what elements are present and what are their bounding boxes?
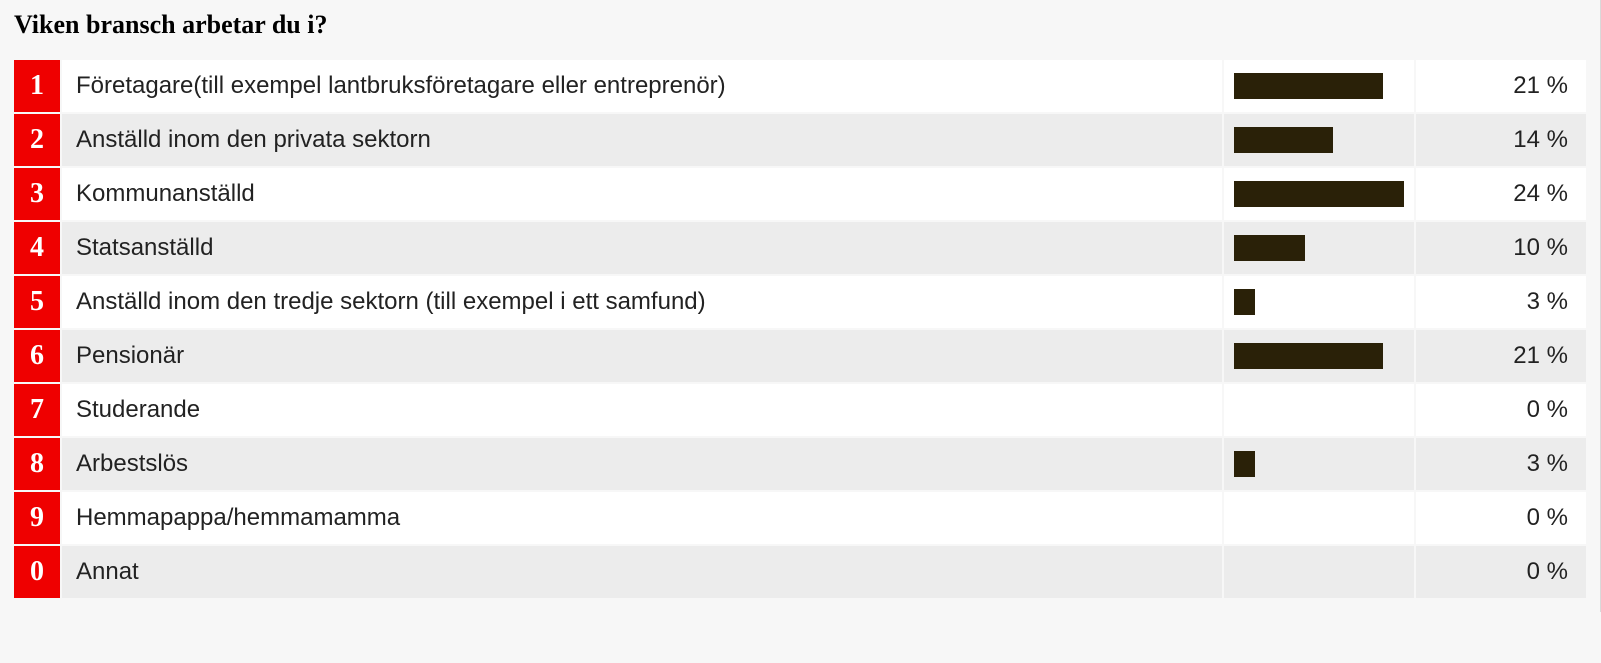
table-row: 2 Anställd inom den privata sektorn 14 % (14, 114, 1586, 166)
option-label: Hemmapappa/hemmamamma (62, 492, 1222, 544)
bar-wrap (1234, 235, 1404, 261)
table-row: 8 Arbestslös 3 % (14, 438, 1586, 490)
bar-cell (1224, 438, 1414, 490)
table-row: 0 Annat 0 % (14, 546, 1586, 598)
percent-label: 14 % (1416, 114, 1586, 166)
bar-wrap (1234, 127, 1404, 153)
results-table: 1 Företagare(till exempel lantbruksföret… (12, 58, 1588, 600)
bar-cell (1224, 330, 1414, 382)
bar-cell (1224, 546, 1414, 598)
percent-label: 24 % (1416, 168, 1586, 220)
option-number: 2 (14, 114, 60, 166)
option-label: Annat (62, 546, 1222, 598)
bar-wrap (1234, 73, 1404, 99)
option-label: Studerande (62, 384, 1222, 436)
bar-wrap (1234, 505, 1404, 531)
option-number: 8 (14, 438, 60, 490)
option-number: 3 (14, 168, 60, 220)
option-label: Arbestslös (62, 438, 1222, 490)
option-number: 4 (14, 222, 60, 274)
table-row: 6 Pensionär 21 % (14, 330, 1586, 382)
percent-label: 3 % (1416, 276, 1586, 328)
percent-label: 0 % (1416, 492, 1586, 544)
percent-label: 0 % (1416, 384, 1586, 436)
table-row: 7 Studerande 0 % (14, 384, 1586, 436)
table-row: 1 Företagare(till exempel lantbruksföret… (14, 60, 1586, 112)
percent-label: 10 % (1416, 222, 1586, 274)
bar-fill (1234, 289, 1255, 315)
table-row: 9 Hemmapappa/hemmamamma 0 % (14, 492, 1586, 544)
bar-cell (1224, 276, 1414, 328)
option-number: 1 (14, 60, 60, 112)
bar-cell (1224, 384, 1414, 436)
option-number: 5 (14, 276, 60, 328)
bar-cell (1224, 114, 1414, 166)
bar-cell (1224, 222, 1414, 274)
bar-cell (1224, 492, 1414, 544)
bar-cell (1224, 60, 1414, 112)
bar-wrap (1234, 451, 1404, 477)
survey-results: Viken bransch arbetar du i? 1 Företagare… (0, 0, 1601, 612)
bar-fill (1234, 181, 1404, 207)
percent-label: 0 % (1416, 546, 1586, 598)
option-number: 6 (14, 330, 60, 382)
bar-fill (1234, 127, 1333, 153)
option-number: 0 (14, 546, 60, 598)
question-title: Viken bransch arbetar du i? (14, 10, 1588, 40)
option-label: Anställd inom den tredje sektorn (till e… (62, 276, 1222, 328)
option-label: Anställd inom den privata sektorn (62, 114, 1222, 166)
bar-wrap (1234, 343, 1404, 369)
bar-wrap (1234, 559, 1404, 585)
bar-wrap (1234, 397, 1404, 423)
bar-fill (1234, 451, 1255, 477)
bar-cell (1224, 168, 1414, 220)
bar-fill (1234, 343, 1383, 369)
bar-wrap (1234, 181, 1404, 207)
table-row: 4 Statsanställd 10 % (14, 222, 1586, 274)
table-row: 5 Anställd inom den tredje sektorn (till… (14, 276, 1586, 328)
option-number: 7 (14, 384, 60, 436)
bar-fill (1234, 73, 1383, 99)
option-number: 9 (14, 492, 60, 544)
table-row: 3 Kommunanställd 24 % (14, 168, 1586, 220)
percent-label: 3 % (1416, 438, 1586, 490)
option-label: Företagare(till exempel lantbruksföretag… (62, 60, 1222, 112)
option-label: Kommunanställd (62, 168, 1222, 220)
option-label: Pensionär (62, 330, 1222, 382)
percent-label: 21 % (1416, 60, 1586, 112)
bar-fill (1234, 235, 1305, 261)
bar-wrap (1234, 289, 1404, 315)
option-label: Statsanställd (62, 222, 1222, 274)
percent-label: 21 % (1416, 330, 1586, 382)
